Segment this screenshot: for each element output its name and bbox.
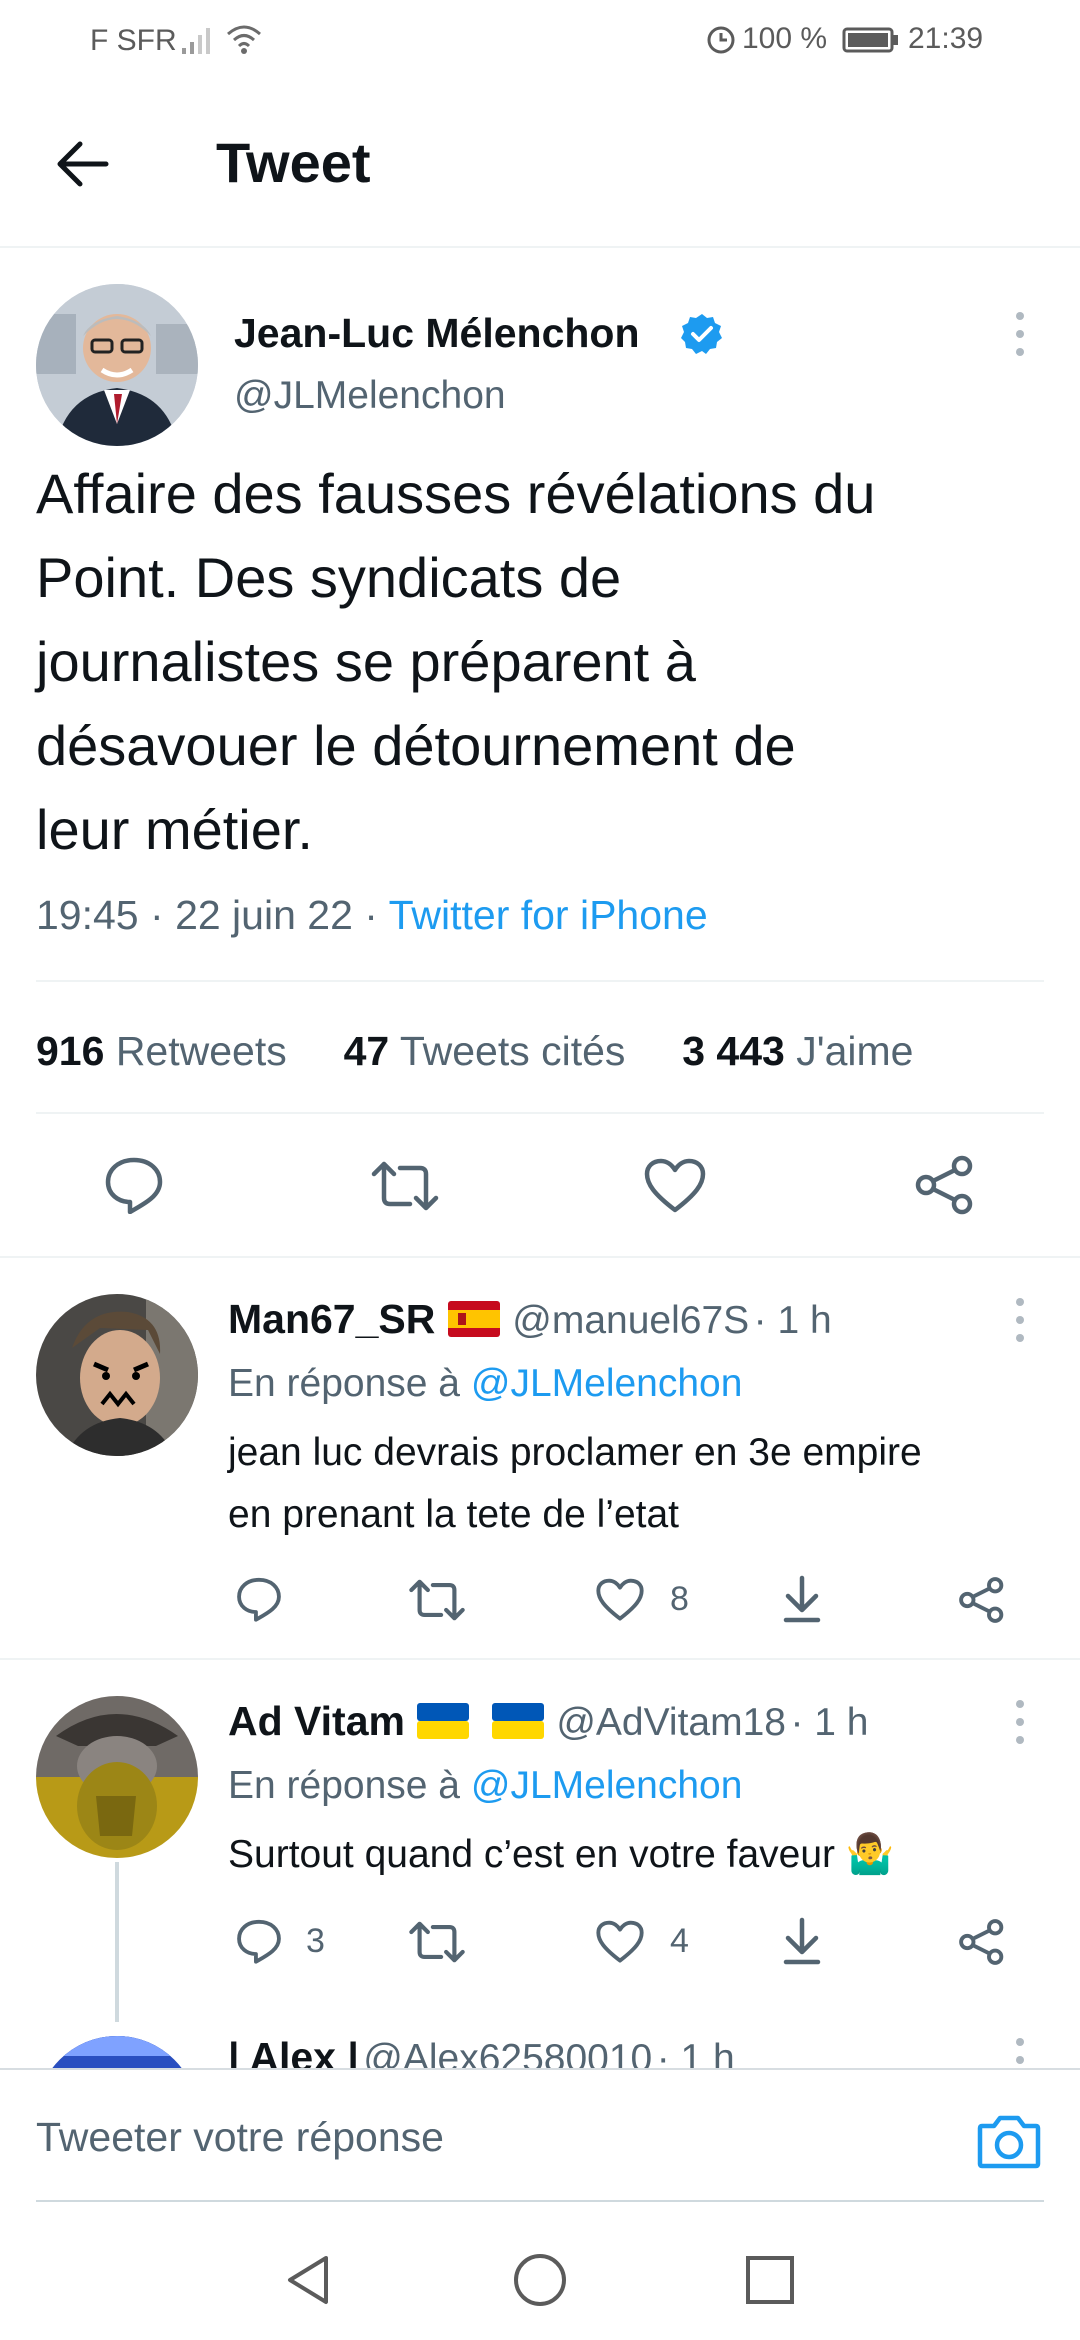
reply-author-name[interactable]: Man67_SR — [228, 1296, 435, 1342]
reply-avatar[interactable] — [36, 1294, 198, 1456]
signal-icon — [180, 24, 216, 56]
reply-author-name[interactable]: Ad Vitam — [228, 1698, 405, 1744]
share-icon[interactable] — [958, 1576, 1006, 1624]
reply-header: | Alex | @Alex62580010 · 1 h — [228, 2034, 735, 2068]
reply-time: · 1 h — [753, 1299, 832, 1342]
tweet-text-line: Affaire des fausses révélations du — [36, 462, 876, 525]
retweet-icon[interactable] — [408, 1578, 466, 1622]
tweet-text-line: journalistes se préparent à — [36, 630, 696, 693]
tweet-text-line: Point. Des syndicats de — [36, 546, 622, 609]
like-icon[interactable] — [596, 1920, 644, 1964]
reply-avatar[interactable] — [36, 1696, 198, 1858]
more-options-icon[interactable] — [1016, 2038, 1024, 2068]
page-title: Tweet — [216, 131, 371, 194]
more-options-icon[interactable] — [1016, 312, 1024, 366]
like-icon[interactable] — [644, 1158, 706, 1214]
reply-text-line: Surtout quand c’est en votre faveur 🤷‍♂️ — [228, 1833, 895, 1876]
likes-count: 3 443 — [682, 1028, 785, 1074]
share-icon[interactable] — [914, 1154, 976, 1216]
reply-header: Ad Vitam @AdVitam18 · 1 h — [228, 1698, 868, 1745]
nav-recents-icon[interactable] — [744, 2254, 796, 2306]
tweet-time: 19:45 — [36, 892, 139, 938]
download-icon[interactable] — [780, 1574, 824, 1624]
tweet-source-link[interactable]: Twitter for iPhone — [389, 892, 708, 938]
author-avatar[interactable] — [36, 284, 198, 446]
reply-input[interactable]: Tweeter votre réponse — [36, 2114, 444, 2161]
reply-prefix: En réponse à — [228, 1362, 461, 1405]
reply-author-name[interactable]: | Alex | — [228, 2034, 359, 2068]
tweet-text-line: désavouer le détournement de — [36, 714, 796, 777]
reply-time: · 1 h — [790, 1701, 869, 1744]
thread-line — [115, 1862, 119, 2022]
like-count: 4 — [670, 1922, 689, 1960]
download-icon[interactable] — [780, 1916, 824, 1966]
composer-underline — [36, 2200, 1044, 2202]
divider — [0, 1256, 1080, 1258]
reply-header: Man67_SR @manuel67S · 1 h — [228, 1296, 832, 1343]
like-icon[interactable] — [596, 1578, 644, 1622]
reply-mention-link[interactable]: @JLMelenchon — [471, 1362, 743, 1405]
clock: 21:39 — [908, 22, 984, 55]
retweets-count: 916 — [36, 1028, 105, 1074]
retweet-icon[interactable] — [408, 1920, 466, 1964]
reply-author-handle[interactable]: @Alex62580010 — [363, 2037, 652, 2068]
reply-icon[interactable] — [236, 1918, 282, 1964]
quotes-count: 47 — [343, 1028, 390, 1074]
divider — [0, 2068, 1080, 2070]
reply-text-line: jean luc devrais proclamer en 3e empire — [228, 1431, 922, 1474]
reply-text: Surtout quand c’est en votre faveur 🤷‍♂️ — [228, 1824, 1048, 1886]
verified-badge-icon — [680, 312, 724, 356]
wifi-icon — [224, 22, 264, 56]
nav-home-icon[interactable] — [512, 2252, 568, 2308]
retweets-stat[interactable]: 916 Retweets — [36, 1028, 287, 1074]
reply-icon[interactable] — [236, 1576, 282, 1622]
retweets-label: Retweets — [115, 1028, 287, 1074]
divider — [36, 980, 1044, 982]
likes-label: J'aime — [796, 1028, 914, 1074]
reply-context: En réponse à @JLMelenchon — [228, 1764, 742, 1808]
reply-icon[interactable] — [104, 1156, 164, 1214]
more-options-icon[interactable] — [1016, 1298, 1024, 1352]
tweet-date: 22 juin 22 — [175, 892, 353, 938]
share-icon[interactable] — [958, 1918, 1006, 1966]
reply-partial: | Alex | @Alex62580010 · 1 h — [0, 2030, 1080, 2068]
ukraine-flag-icon — [491, 1703, 544, 1739]
like-count: 8 — [670, 1580, 689, 1618]
header-divider — [0, 246, 1080, 248]
tweet-text-line: leur métier. — [36, 798, 313, 861]
ukraine-flag-icon — [417, 1703, 470, 1739]
reply-mention-link[interactable]: @JLMelenchon — [471, 1764, 743, 1807]
quotes-label: Tweets cités — [399, 1028, 626, 1074]
reply-count: 3 — [306, 1922, 325, 1960]
retweet-icon[interactable] — [370, 1160, 440, 1212]
tweet-text: Affaire des fausses révélations du Point… — [36, 452, 1046, 872]
reply-author-handle[interactable]: @AdVitam18 — [556, 1701, 786, 1744]
author-name[interactable]: Jean-Luc Mélenchon — [234, 310, 640, 357]
likes-stat[interactable]: 3 443 J'aime — [682, 1028, 913, 1074]
reply-avatar[interactable] — [36, 2036, 198, 2068]
quotes-stat[interactable]: 47 Tweets cités — [344, 1028, 626, 1074]
reply-author-handle[interactable]: @manuel67S — [512, 1299, 749, 1342]
divider — [0, 1658, 1080, 1660]
battery-percent: 100 % — [742, 22, 828, 55]
alarm-icon — [704, 22, 738, 56]
reply-time: · 1 h — [656, 2037, 735, 2068]
divider — [36, 1112, 1044, 1114]
carrier-label: F SFR — [90, 24, 177, 57]
nav-back-icon[interactable] — [282, 2252, 334, 2308]
reply-text: jean luc devrais proclamer en 3e empire … — [228, 1422, 1048, 1546]
camera-icon[interactable] — [976, 2112, 1042, 2170]
author-handle[interactable]: @JLMelenchon — [234, 374, 506, 418]
back-arrow-icon[interactable] — [52, 136, 112, 192]
reply-context: En réponse à @JLMelenchon — [228, 1362, 742, 1406]
reply-prefix: En réponse à — [228, 1764, 461, 1807]
reply-text-line: en prenant la tete de l’etat — [228, 1493, 679, 1536]
spain-flag-icon — [447, 1301, 500, 1337]
battery-icon — [842, 26, 900, 54]
more-options-icon[interactable] — [1016, 1700, 1024, 1754]
tweet-meta: 19:45 · 22 juin 22 · Twitter for iPhone — [36, 892, 708, 938]
tweet-stats: 916 Retweets 47 Tweets cités 3 443 J'aim… — [36, 1028, 913, 1075]
